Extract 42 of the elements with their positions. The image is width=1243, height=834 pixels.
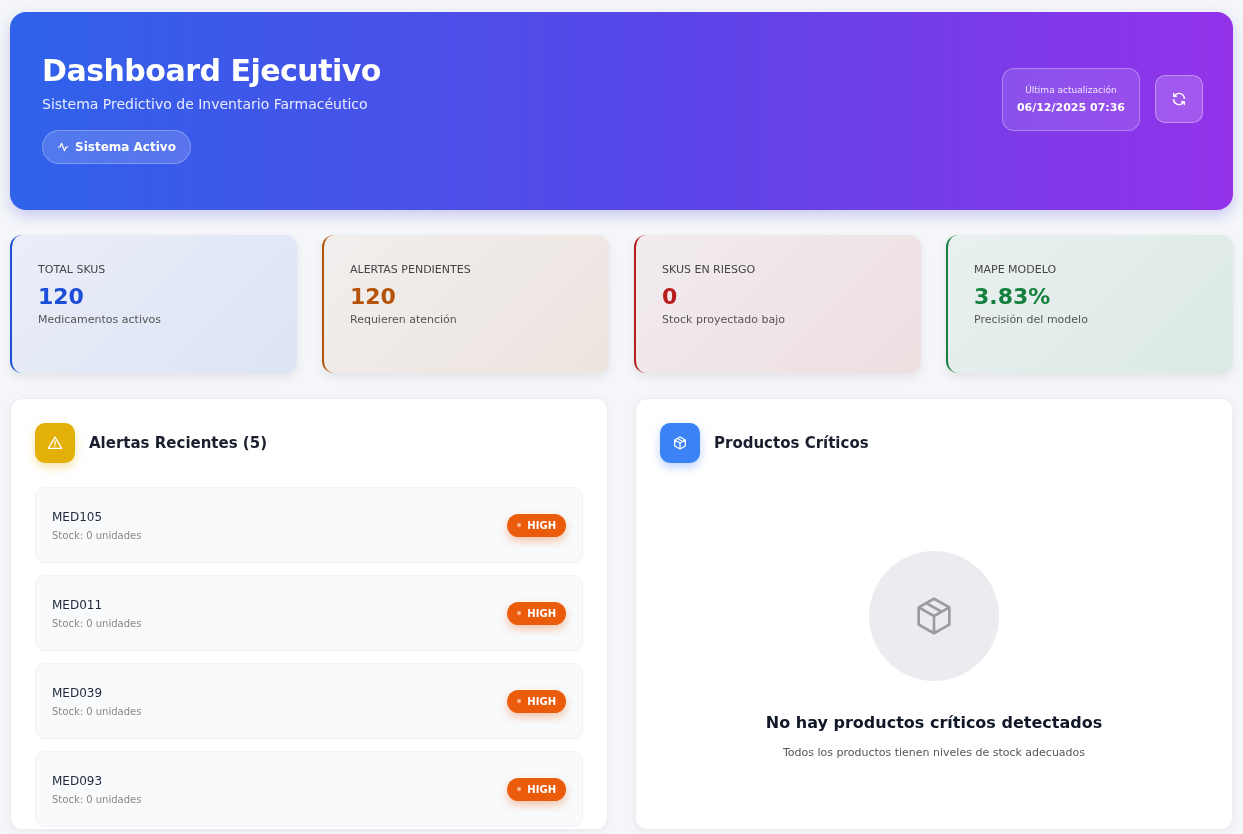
- warning-icon: [35, 423, 75, 463]
- stat-caption: Requieren atención: [350, 313, 458, 326]
- alert-detail: Stock: 0 unidades: [52, 705, 142, 717]
- panel-title: Productos Críticos: [714, 434, 869, 452]
- stat-label: SKUS EN RIESGO: [662, 263, 757, 276]
- stat-value: 0: [662, 284, 679, 309]
- stat-value: 120: [350, 284, 397, 309]
- alert-item[interactable]: MED011 Stock: 0 unidades HIGH: [35, 575, 583, 651]
- activity-icon: [57, 140, 69, 153]
- severity-badge: HIGH: [507, 777, 566, 801]
- alert-detail: Stock: 0 unidades: [52, 529, 142, 541]
- alert-detail: Stock: 0 unidades: [52, 793, 142, 805]
- empty-state-title: No hay productos críticos detectados: [765, 713, 1103, 732]
- refresh-icon: [1171, 91, 1187, 107]
- stat-label: TOTAL SKUS: [38, 263, 107, 276]
- stat-caption: Medicamentos activos: [38, 313, 162, 326]
- box-icon: [660, 423, 700, 463]
- empty-state-text: Todos los productos tienen niveles de stock adecuados: [782, 746, 1086, 759]
- alert-sku: MED039: [52, 685, 104, 700]
- alert-detail: Stock: 0 unidades: [52, 617, 142, 629]
- panel-title: Alertas Recientes (5): [89, 434, 267, 452]
- stat-caption: Stock proyectado bajo: [662, 313, 787, 326]
- stat-value: 120: [38, 284, 85, 309]
- last-update-label: Última actualización: [1024, 84, 1118, 95]
- refresh-button[interactable]: [1155, 75, 1203, 123]
- severity-badge: HIGH: [507, 689, 566, 713]
- alert-sku: MED105: [52, 509, 104, 524]
- alert-item[interactable]: MED093 Stock: 0 unidades HIGH: [35, 751, 583, 827]
- stat-label: ALERTAS PENDIENTES: [350, 263, 472, 276]
- alert-item[interactable]: MED105 Stock: 0 unidades HIGH: [35, 487, 583, 563]
- severity-badge: HIGH: [507, 601, 566, 625]
- stat-caption: Precisión del modelo: [974, 313, 1089, 326]
- dashboard-title: Dashboard Ejecutivo: [42, 52, 381, 88]
- dashboard-subtitle: Sistema Predictivo de Inventario Farmacéutico: [42, 95, 368, 112]
- status-text: Sistema Activo: [75, 139, 176, 154]
- stat-value: 3.83%: [974, 284, 1052, 309]
- stat-label: MAPE MODELO: [974, 263, 1058, 276]
- alert-sku: MED011: [52, 597, 104, 612]
- severity-badge: HIGH: [507, 513, 566, 537]
- alert-item[interactable]: MED039 Stock: 0 unidades HIGH: [35, 663, 583, 739]
- alert-sku: MED093: [52, 773, 104, 788]
- last-update-time: 06/12/2025 07:36: [1016, 100, 1125, 114]
